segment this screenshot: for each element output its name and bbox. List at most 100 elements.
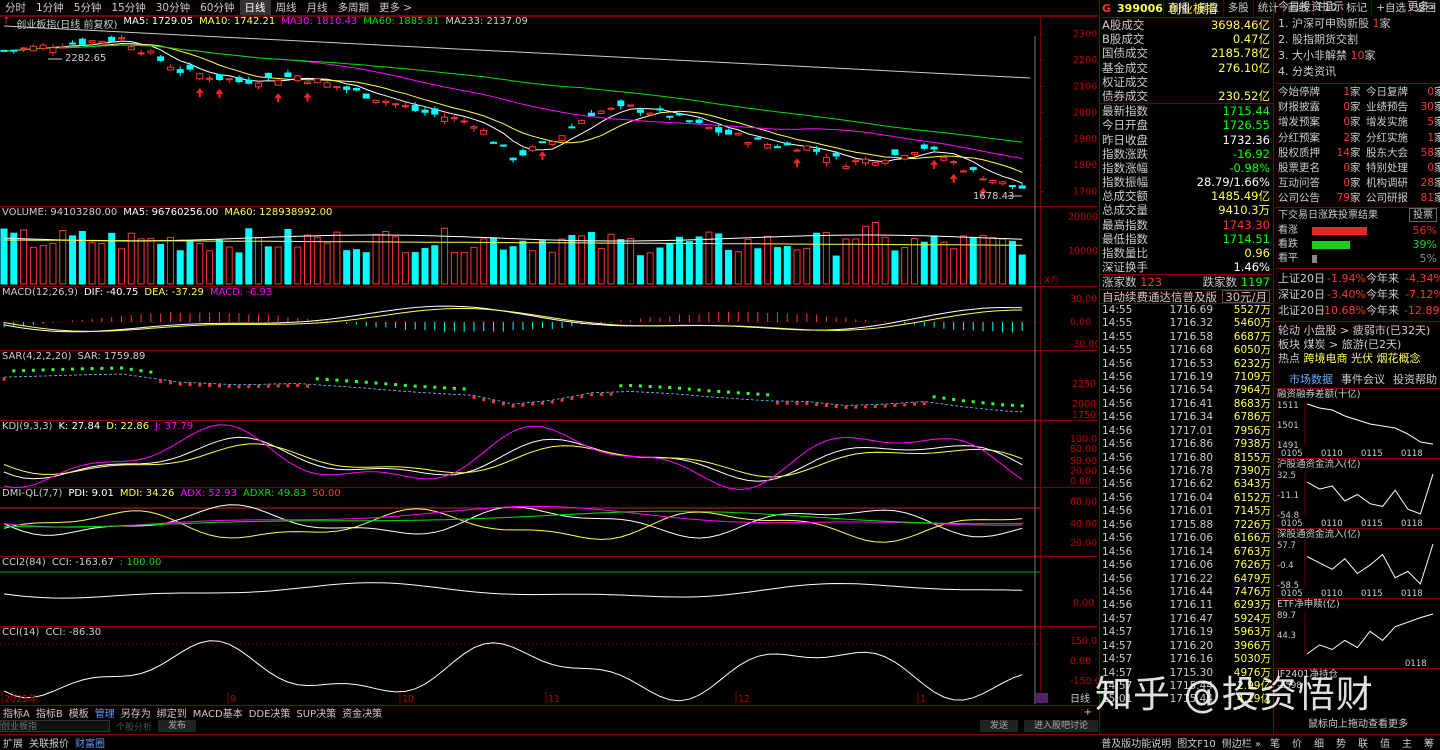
event-cell[interactable]: 增发预案	[1278, 115, 1324, 130]
candle-body[interactable]	[362, 93, 370, 99]
vote-button[interactable]: 投票	[1409, 207, 1437, 222]
status-key-6[interactable]: 主	[1396, 735, 1418, 750]
candle-body[interactable]	[881, 160, 889, 164]
volume-bar[interactable]	[382, 230, 390, 285]
volume-bar[interactable]	[78, 230, 86, 285]
volume-bar[interactable]	[245, 228, 253, 285]
candle-body[interactable]	[979, 178, 987, 181]
candle-body[interactable]	[724, 129, 732, 135]
stock-search-input[interactable]	[0, 720, 110, 732]
candle-body[interactable]	[764, 144, 772, 149]
tip-item[interactable]: 4. 分类资讯	[1275, 64, 1440, 80]
candle-body[interactable]	[705, 127, 713, 130]
indicator-tab-4[interactable]: 另存为	[118, 705, 154, 720]
volume-bar[interactable]	[744, 238, 752, 285]
tick-row[interactable]: 14:56 1716.53 6232万	[1100, 358, 1273, 371]
send-button[interactable]: 发送	[979, 720, 1018, 732]
volume-bar[interactable]	[979, 234, 987, 285]
volume-bar[interactable]	[59, 230, 67, 285]
candle-body[interactable]	[783, 142, 791, 146]
status-right-0[interactable]: 普及版功能说明	[1098, 735, 1174, 750]
candle-body[interactable]	[959, 170, 967, 173]
volume-bar[interactable]	[646, 252, 654, 285]
volume-bar[interactable]	[460, 251, 468, 285]
volume-bar[interactable]	[166, 236, 174, 285]
candle-body[interactable]	[411, 104, 419, 111]
candle-body[interactable]	[264, 72, 272, 78]
kline-chart-svg[interactable]: 2282.651678.4323002200210020001900180017…	[0, 16, 1098, 704]
candle-body[interactable]	[59, 46, 67, 49]
candle-body[interactable]	[431, 108, 439, 115]
candle-body[interactable]	[871, 161, 879, 166]
event-cell[interactable]: 今始停牌	[1278, 85, 1324, 100]
status-right-1[interactable]: 图文F10	[1174, 735, 1218, 750]
candle-body[interactable]	[852, 159, 860, 163]
volume-bar[interactable]	[783, 245, 791, 285]
candle-body[interactable]	[421, 109, 429, 113]
indicator-tab-1[interactable]: 指标B	[33, 705, 66, 720]
candle-body[interactable]	[1008, 185, 1016, 188]
event-cell[interactable]: 分红实施	[1366, 131, 1412, 146]
candle-body[interactable]	[206, 77, 214, 80]
volume-bar[interactable]	[186, 241, 194, 285]
volume-bar[interactable]	[490, 237, 498, 285]
candle-body[interactable]	[636, 109, 644, 113]
event-cell[interactable]: 股权质押	[1278, 146, 1324, 161]
volume-bar[interactable]	[842, 238, 850, 285]
volume-bar[interactable]	[999, 238, 1007, 285]
volume-bar[interactable]	[715, 233, 723, 285]
candle-body[interactable]	[186, 64, 194, 70]
tick-row[interactable]: 14:56 1716.41 8683万	[1100, 398, 1273, 411]
candle-body[interactable]	[343, 86, 351, 90]
volume-bar[interactable]	[597, 248, 605, 285]
candle-body[interactable]	[646, 112, 654, 116]
period-tab-6[interactable]: 日线	[239, 0, 271, 15]
tip-item[interactable]: 3. 大小非解禁 10家	[1275, 48, 1440, 64]
candle-body[interactable]	[773, 146, 781, 149]
volume-bar[interactable]	[705, 231, 713, 285]
volume-bar[interactable]	[411, 252, 419, 285]
candle-body[interactable]	[832, 152, 840, 157]
tick-row[interactable]: 14:55 1716.69 5527万	[1100, 304, 1273, 317]
volume-bar[interactable]	[627, 238, 635, 285]
event-cell[interactable]: 业绩预告	[1366, 100, 1412, 115]
volume-bar[interactable]	[362, 252, 370, 285]
candle-body[interactable]	[627, 104, 635, 107]
volume-bar[interactable]	[333, 231, 341, 285]
volume-bar[interactable]	[49, 242, 57, 285]
volume-bar[interactable]	[558, 238, 566, 285]
candle-body[interactable]	[538, 141, 546, 144]
volume-bar[interactable]	[157, 243, 165, 285]
period-tab-8[interactable]: 月线	[302, 0, 333, 15]
volume-bar[interactable]	[734, 251, 742, 285]
tick-row[interactable]: 14:56 1716.62 6343万	[1100, 478, 1273, 491]
event-row[interactable]: 股权质押 14 家股东大会 58 家	[1275, 146, 1440, 161]
tick-row[interactable]: 14:56 1716.34 6786万	[1100, 411, 1273, 424]
volume-bar[interactable]	[401, 252, 409, 285]
candle-body[interactable]	[333, 86, 341, 89]
tick-row[interactable]: 14:57 1716.47 5924万	[1100, 613, 1273, 626]
volume-bar[interactable]	[607, 233, 615, 285]
chart-area[interactable]: 2282.65 1678.43 2300 2200 2100 2000 1900 1800 17…	[0, 16, 1098, 704]
period-tab-1[interactable]: 1分钟	[31, 0, 69, 15]
candle-body[interactable]	[617, 100, 625, 107]
volume-bar[interactable]	[959, 235, 967, 285]
status-key-0[interactable]: 笔	[1264, 735, 1286, 750]
event-cell[interactable]: 分红预案	[1278, 131, 1324, 146]
right-tab-2[interactable]: 投资帮助	[1393, 372, 1437, 388]
volume-bar[interactable]	[343, 250, 351, 285]
volume-bar[interactable]	[431, 245, 439, 285]
indicator-tab-6[interactable]: MACD基本	[190, 705, 246, 720]
volume-bar[interactable]	[450, 252, 458, 285]
ad-text[interactable]: 自动续费通达信普及版	[1102, 290, 1217, 304]
tick-row[interactable]: 14:56 1716.22 6479万	[1100, 573, 1273, 586]
volume-bar[interactable]	[950, 248, 958, 285]
candle-body[interactable]	[607, 107, 615, 110]
candle-body[interactable]	[509, 157, 517, 161]
volume-bar[interactable]	[832, 255, 840, 285]
tip-text[interactable]: 分类资讯	[1292, 65, 1336, 78]
event-row[interactable]: 财报披露 0 家业绩预告 30 家	[1275, 100, 1440, 115]
volume-bar[interactable]	[225, 246, 233, 285]
event-cell[interactable]: 股东大会	[1366, 146, 1412, 161]
indicator-tab-0[interactable]: 指标A	[0, 705, 33, 720]
